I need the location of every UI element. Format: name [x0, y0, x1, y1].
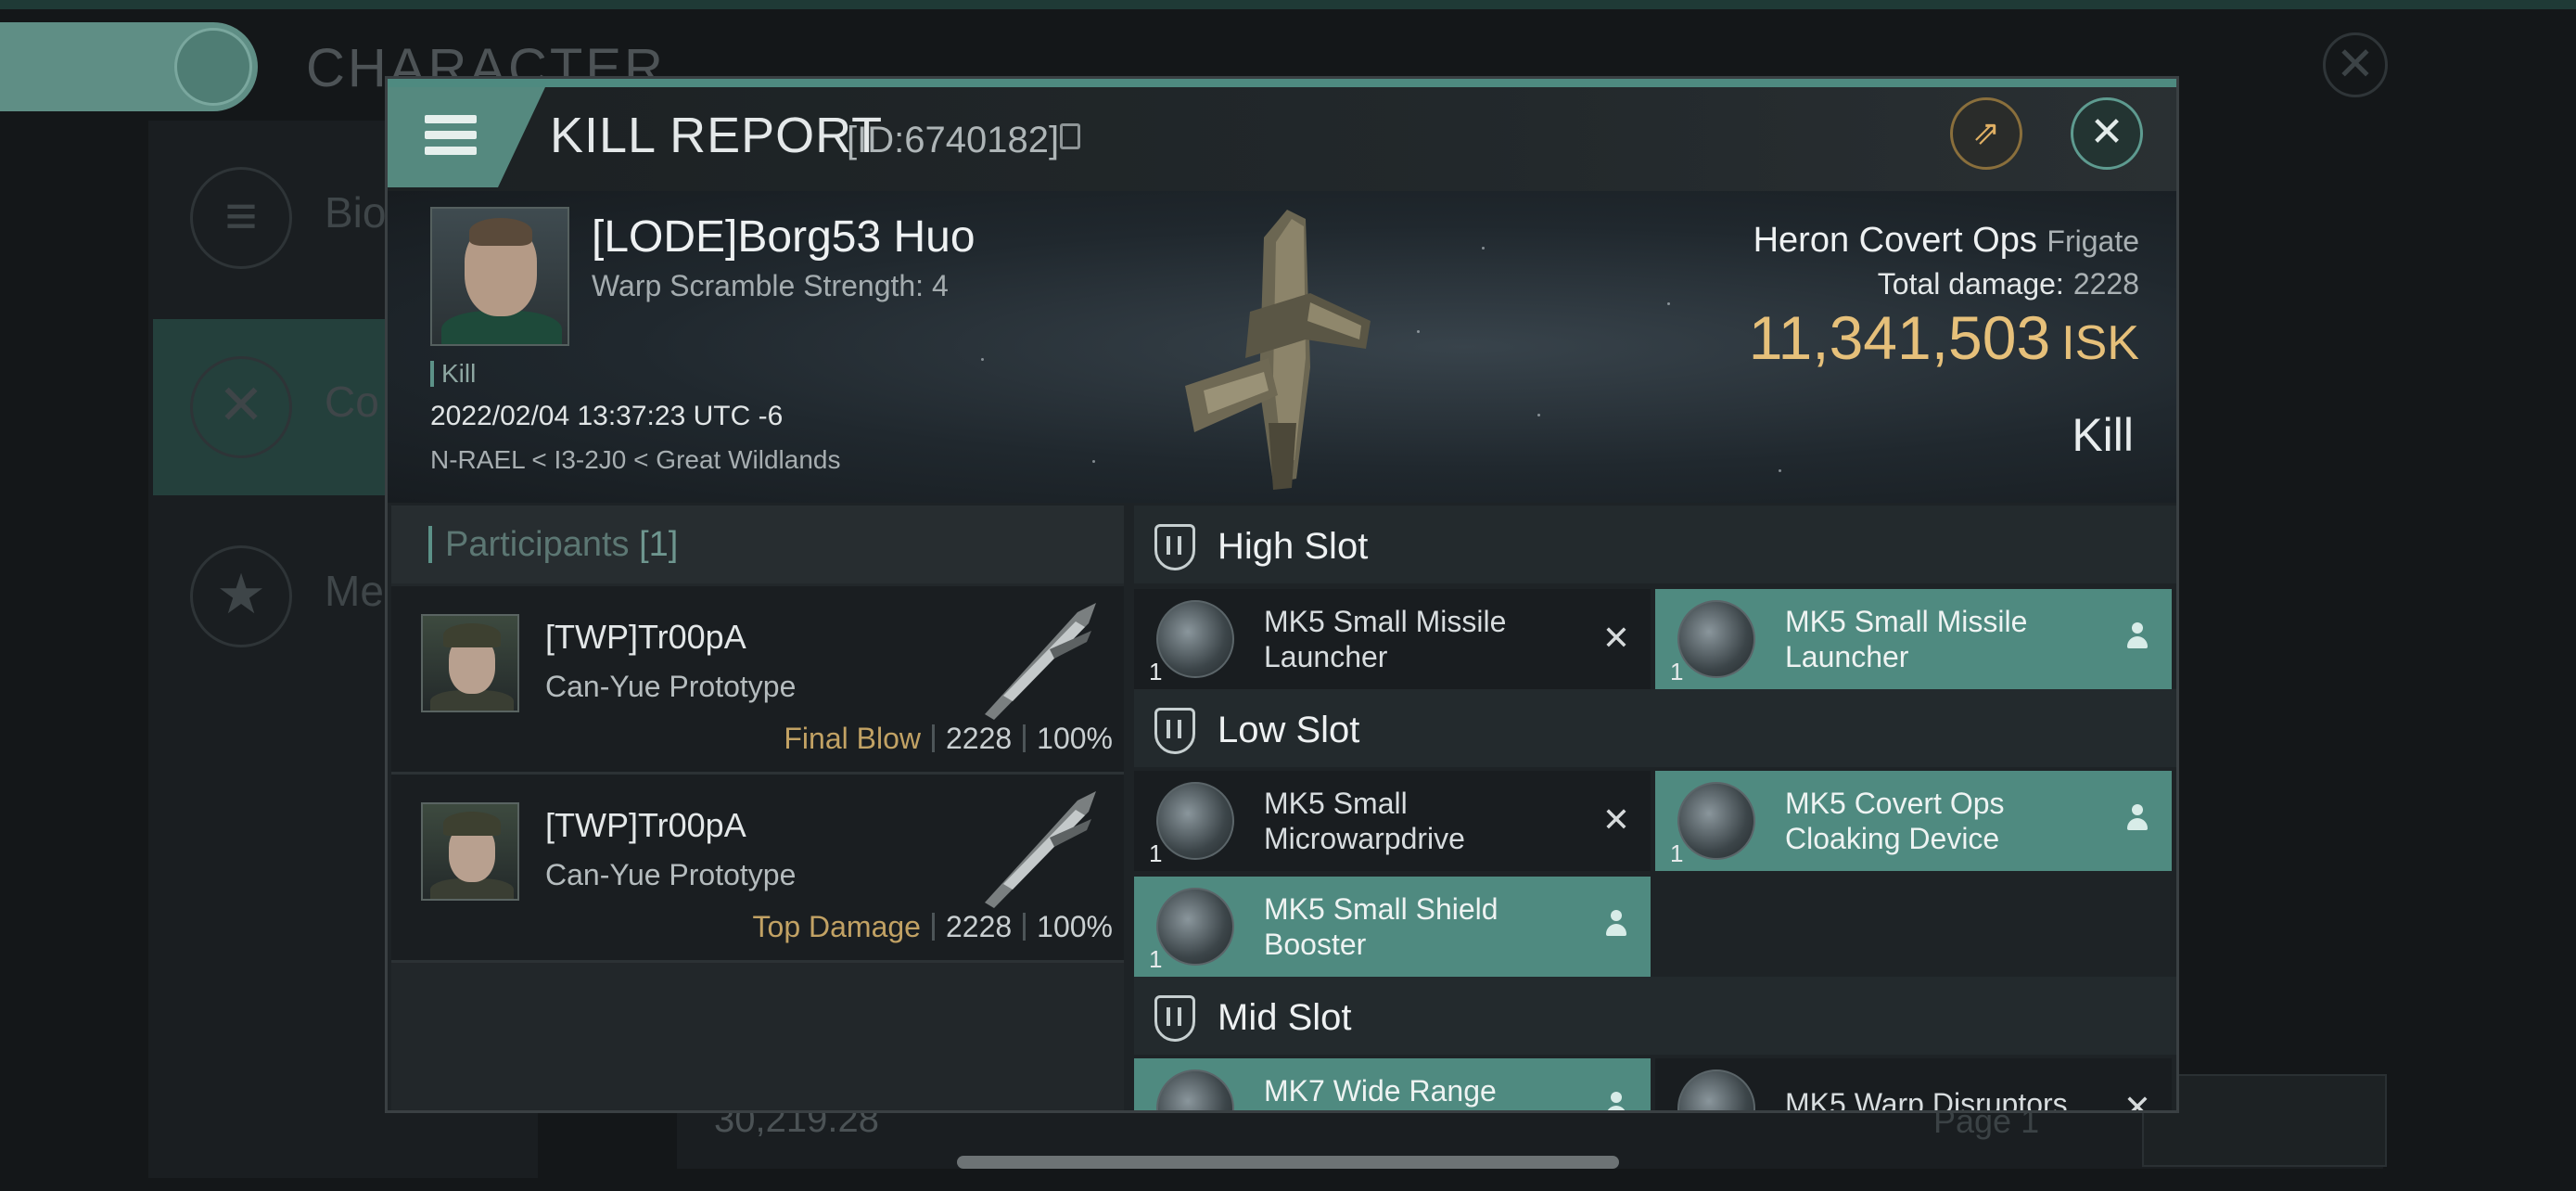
module-name: MK5 Small Missile Launcher: [1264, 605, 1507, 673]
dropped-person-icon: [1604, 910, 1628, 938]
victim-portrait[interactable]: [430, 207, 569, 346]
participant-portrait[interactable]: [421, 614, 519, 712]
module-name: MK5 Warp Disruptors: [1785, 1087, 2068, 1113]
victim-name[interactable]: [LODE]Borg53 Huo: [592, 211, 976, 263]
participant-stats: Top Damage 2228 100%: [753, 910, 1113, 944]
module-name: MK5 Small Missile Launcher: [1785, 605, 2028, 673]
missile-launcher-icon: [1156, 600, 1234, 678]
mid-slot-header: Mid Slot: [1134, 977, 2176, 1055]
home-indicator[interactable]: [957, 1156, 1619, 1169]
share-icon[interactable]: ⇗: [1950, 97, 2022, 170]
participant-card[interactable]: [TWP]Tr00pA Can-Yue Prototype Final Blow…: [391, 586, 1124, 775]
module-item[interactable]: 1 MK5 Covert Ops Cloaking Device: [1655, 771, 2172, 871]
victim-ship-name[interactable]: Heron Covert Ops Frigate: [1753, 221, 2139, 261]
kill-result: Kill: [2072, 409, 2134, 461]
victim-banner: [LODE]Borg53 Huo Warp Scramble Strength:…: [388, 191, 2176, 503]
total-damage: Total damage: 2228: [1877, 267, 2139, 301]
background-top-bar: [0, 0, 2576, 9]
ship-image[interactable]: [1148, 200, 1408, 497]
dropped-person-icon: [2125, 804, 2149, 832]
slot-shield-icon: [1154, 708, 1195, 754]
top-damage-tag: Top Damage: [752, 910, 921, 943]
module-item[interactable]: 1 MK5 Small Missile Launcher ✕: [1134, 589, 1651, 689]
dialog-accent-line: [388, 79, 2176, 87]
slot-shield-icon: [1154, 524, 1195, 570]
participants-label: Participants [1]: [428, 526, 678, 563]
crossed-swords-icon: ✕: [190, 356, 292, 458]
close-icon[interactable]: ✕: [2071, 97, 2143, 170]
missile-launcher-icon: [1677, 600, 1755, 678]
dropped-person-icon: [2125, 622, 2149, 650]
copy-icon[interactable]: [1060, 123, 1080, 149]
module-quantity: 1: [1149, 658, 1163, 685]
weapon-icon: [985, 603, 1096, 720]
background-close-icon[interactable]: ✕: [2323, 32, 2388, 97]
destroyed-x-icon: ✕: [1601, 800, 1630, 839]
shield-booster-icon: [1156, 888, 1234, 966]
list-icon: ≡: [190, 167, 292, 269]
kill-report-dialog: KILL REPORT [ID:6740182] ⇗ ✕ [LODE]Borg5…: [385, 76, 2179, 1113]
background-menu-button[interactable]: [0, 22, 258, 111]
module-name: MK7 Wide Range: [1264, 1074, 1497, 1108]
participants-panel: Participants [1] [TWP]Tr00pA Can-Yue Pro…: [391, 506, 1124, 1110]
module-name: MK5 Small Microwarpdrive: [1264, 787, 1465, 855]
participant-card[interactable]: [TWP]Tr00pA Can-Yue Prototype Top Damage…: [391, 775, 1124, 963]
module-item[interactable]: 1 MK5 Small Shield Booster: [1134, 877, 1651, 977]
menu-icon: [425, 115, 477, 156]
module-item[interactable]: MK5 Warp Disruptors ✕: [1655, 1058, 2172, 1113]
module-item[interactable]: MK7 Wide Range: [1134, 1058, 1651, 1110]
kill-location: N-RAEL < I3-2J0 < Great Wildlands: [430, 445, 841, 474]
module-item[interactable]: 1 MK5 Small Missile Launcher: [1655, 589, 2172, 689]
participant-ship: Can-Yue Prototype: [545, 858, 797, 891]
participant-ship: Can-Yue Prototype: [545, 670, 797, 703]
participant-damage: 2228: [945, 722, 1013, 755]
wide-range-module-icon: [1156, 1069, 1234, 1110]
module-quantity: 1: [1149, 945, 1163, 973]
victim-warp-strength: Warp Scramble Strength: 4: [592, 269, 949, 302]
slot-shield-icon: [1154, 995, 1195, 1042]
star-icon: ★: [190, 545, 292, 647]
module-name: MK5 Small Shield Booster: [1264, 892, 1498, 961]
module-quantity: 1: [1670, 658, 1684, 685]
participant-name: [TWP]Tr00pA: [545, 618, 746, 656]
participant-name: [TWP]Tr00pA: [545, 806, 746, 844]
participant-percent: 100%: [1037, 910, 1113, 943]
destroyed-x-icon: ✕: [1601, 619, 1630, 657]
isk-value: 11,341,503 ISK: [1748, 303, 2139, 372]
high-slot-header: High Slot: [1134, 506, 2176, 583]
participant-portrait[interactable]: [421, 802, 519, 901]
microwarpdrive-icon: [1156, 782, 1234, 860]
weapon-icon: [985, 791, 1096, 908]
cloaking-device-icon: [1677, 782, 1755, 860]
dropped-person-icon: [1604, 1092, 1628, 1110]
destroyed-x-icon: ✕: [2123, 1088, 2151, 1113]
low-slot-header: Low Slot: [1134, 689, 2176, 767]
dialog-title: KILL REPORT: [550, 108, 884, 163]
ship-class: Frigate: [2047, 224, 2139, 258]
participant-damage: 2228: [945, 910, 1013, 943]
final-blow-tag: Final Blow: [784, 722, 921, 755]
kill-id: [ID:6740182]: [847, 120, 1060, 160]
kill-timestamp: 2022/02/04 13:37:23 UTC -6: [430, 401, 784, 431]
module-quantity: 1: [1149, 839, 1163, 867]
participant-percent: 100%: [1037, 722, 1113, 755]
module-name: MK5 Covert Ops Cloaking Device: [1785, 787, 2005, 855]
kill-type-tag: Kill: [430, 361, 476, 387]
warp-disruptor-icon: [1677, 1069, 1755, 1110]
module-quantity: 1: [1670, 839, 1684, 867]
fittings-panel: High Slot 1 MK5 Small Missile Launcher ✕…: [1134, 506, 2176, 1113]
participant-stats: Final Blow 2228 100%: [784, 722, 1113, 756]
module-item[interactable]: 1 MK5 Small Microwarpdrive ✕: [1134, 771, 1651, 871]
